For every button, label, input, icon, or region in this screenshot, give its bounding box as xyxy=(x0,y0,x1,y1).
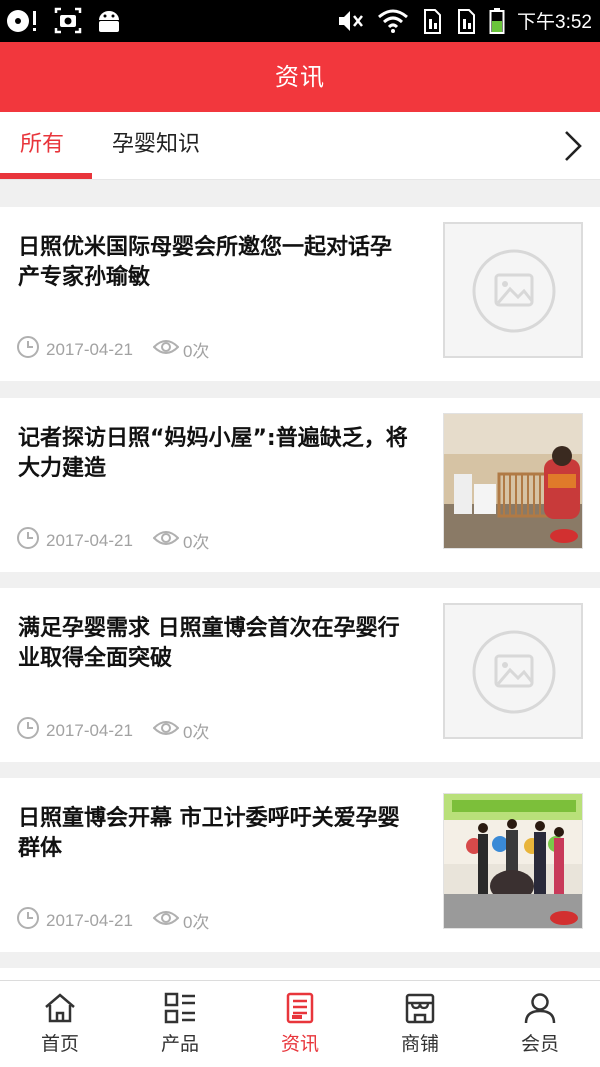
sim1-icon xyxy=(421,6,443,40)
app-header: 资讯 xyxy=(0,42,600,112)
article-item-partial xyxy=(0,968,600,980)
expo-opening-photo xyxy=(444,794,582,928)
nav-news[interactable]: 资讯 xyxy=(240,981,360,1067)
nursing-room-photo xyxy=(444,414,582,548)
article-views: 0次 xyxy=(182,913,210,932)
article-title[interactable]: 日照优米国际母婴会所邀您一起对话孕产专家孙瑜敏 xyxy=(18,233,413,293)
placeholder-image-icon xyxy=(472,630,556,714)
article-date: 2017-04-21 xyxy=(46,530,133,550)
article-meta: 2017-04-21 0次 xyxy=(16,335,209,364)
news-icon xyxy=(286,992,314,1024)
active-tab-indicator xyxy=(0,173,92,179)
tab-pregnancy-knowledge[interactable]: 孕婴知识 xyxy=(112,112,200,180)
article-views: 0次 xyxy=(182,723,210,742)
article-views: 0次 xyxy=(182,533,210,552)
chevron-right-icon[interactable] xyxy=(558,128,588,164)
nav-member[interactable]: 会员 xyxy=(480,981,600,1067)
wifi-icon xyxy=(377,6,409,40)
nav-store-label: 商铺 xyxy=(400,1033,439,1055)
bottom-navigation: 首页 产品 资讯 商铺 会员 xyxy=(0,980,600,1067)
tab-all[interactable]: 所有 xyxy=(20,112,64,180)
article-thumbnail[interactable] xyxy=(443,413,583,549)
eye-icon xyxy=(152,529,180,552)
article-title[interactable]: 满足孕婴需求 日照童博会首次在孕婴行业取得全面突破 xyxy=(18,614,413,674)
article-date: 2017-04-21 xyxy=(46,720,133,740)
nav-store[interactable]: 商铺 xyxy=(360,981,480,1067)
status-time: 下午3:52 xyxy=(517,12,592,33)
article-item[interactable]: 日照童博会开幕 市卫计委呼吁关爱孕婴群体 2017-04-21 0次 xyxy=(0,778,600,952)
category-tabs: 所有 孕婴知识 xyxy=(0,112,600,180)
clock-icon xyxy=(16,335,40,364)
article-meta: 2017-04-21 0次 xyxy=(16,716,209,745)
article-meta: 2017-04-21 0次 xyxy=(16,906,209,935)
clock-icon xyxy=(16,716,40,745)
disc-icon xyxy=(6,6,40,40)
article-thumbnail[interactable] xyxy=(443,793,583,929)
store-icon xyxy=(405,993,435,1024)
placeholder-image-icon xyxy=(472,249,556,333)
article-thumbnail[interactable] xyxy=(443,603,583,739)
nav-home[interactable]: 首页 xyxy=(0,981,120,1067)
nav-news-label: 资讯 xyxy=(280,1033,319,1055)
article-title[interactable]: 日照童博会开幕 市卫计委呼吁关爱孕婴群体 xyxy=(18,804,413,864)
article-meta: 2017-04-21 0次 xyxy=(16,526,209,555)
battery-icon xyxy=(489,6,505,40)
nav-products-label: 产品 xyxy=(160,1033,199,1055)
nav-home-label: 首页 xyxy=(40,1033,79,1055)
page-title: 资讯 xyxy=(275,63,325,91)
home-icon xyxy=(45,993,75,1023)
nav-member-label: 会员 xyxy=(520,1033,559,1055)
eye-icon xyxy=(152,909,180,932)
article-date: 2017-04-21 xyxy=(46,910,133,930)
screenshot-icon xyxy=(54,6,82,40)
article-date: 2017-04-21 xyxy=(46,339,133,359)
article-thumbnail[interactable] xyxy=(443,222,583,358)
clock-icon xyxy=(16,526,40,555)
status-bar: 下午3:52 xyxy=(0,0,600,42)
sim2-icon xyxy=(455,6,477,40)
article-title[interactable]: 记者探访日照“妈妈小屋”:普遍缺乏，将大力建造 xyxy=(18,424,413,484)
clock-icon xyxy=(16,906,40,935)
android-icon xyxy=(96,6,122,40)
article-item[interactable]: 记者探访日照“妈妈小屋”:普遍缺乏，将大力建造 2017-04-21 0次 xyxy=(0,398,600,572)
article-item[interactable]: 日照优米国际母婴会所邀您一起对话孕产专家孙瑜敏 2017-04-21 0次 xyxy=(0,207,600,381)
grid-list-icon xyxy=(164,992,195,1024)
nav-products[interactable]: 产品 xyxy=(120,981,240,1067)
mute-icon xyxy=(337,6,365,40)
article-views: 0次 xyxy=(182,342,210,361)
eye-icon xyxy=(152,338,180,361)
article-item[interactable]: 满足孕婴需求 日照童博会首次在孕婴行业取得全面突破 2017-04-21 0次 xyxy=(0,588,600,762)
user-icon xyxy=(524,993,556,1024)
eye-icon xyxy=(152,719,180,742)
